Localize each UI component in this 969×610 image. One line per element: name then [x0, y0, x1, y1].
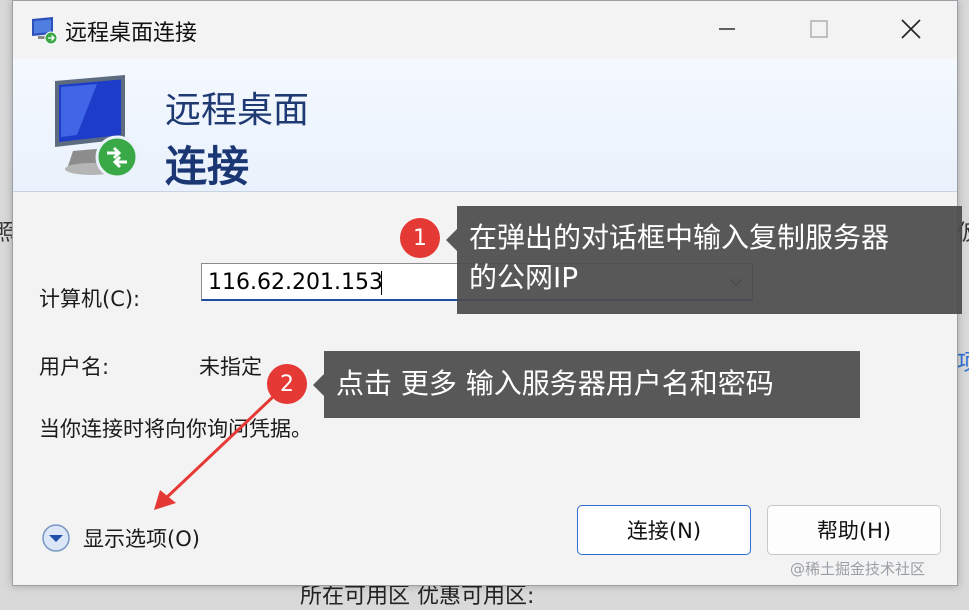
watermark: @稀土掘金技术社区: [790, 560, 926, 578]
annotation-arrow: [154, 393, 277, 510]
